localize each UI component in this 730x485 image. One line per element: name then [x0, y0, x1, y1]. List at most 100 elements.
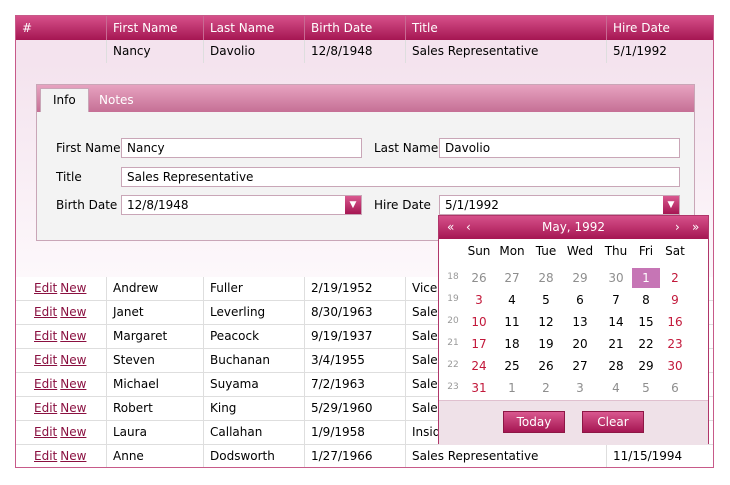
edit-link[interactable]: Edit — [34, 281, 57, 295]
week-number: 21 — [447, 338, 459, 348]
selected-day[interactable]: 1 — [632, 268, 660, 288]
cell-hire-date: 5/1/1992 — [606, 40, 713, 63]
new-link[interactable]: New — [60, 401, 86, 415]
calendar-day[interactable]: 5 — [532, 290, 560, 310]
title-input[interactable]: Sales Representative — [121, 167, 680, 187]
cell-birth: 5/29/1960 — [304, 397, 405, 420]
cell-last: Leverling — [203, 301, 304, 324]
calendar-day[interactable]: 5 — [632, 378, 660, 398]
calendar-day[interactable]: 15 — [632, 312, 660, 332]
calendar-day[interactable]: 3 — [465, 290, 493, 310]
tab-info[interactable]: Info — [40, 88, 89, 112]
calendar-day[interactable]: 4 — [498, 290, 526, 310]
col-header-hire-date[interactable]: Hire Date — [606, 16, 713, 40]
calendar-day[interactable]: 26 — [532, 356, 560, 376]
new-link[interactable]: New — [60, 305, 86, 319]
row-actions-cell: Edit New — [16, 349, 106, 372]
cell-first: Robert — [106, 397, 203, 420]
calendar-day[interactable]: 23 — [661, 334, 689, 354]
birth-date-picker[interactable]: 12/8/1948 ▼ — [121, 195, 362, 215]
col-header-number[interactable]: # — [16, 16, 106, 40]
calendar-day[interactable]: 2 — [661, 268, 689, 288]
calendar-day[interactable]: 9 — [661, 290, 689, 310]
first-name-input[interactable]: Nancy — [121, 138, 362, 158]
calendar-day[interactable]: 14 — [602, 312, 630, 332]
calendar-day[interactable]: 19 — [532, 334, 560, 354]
row-actions-cell: Edit New — [16, 445, 106, 467]
col-header-title[interactable]: Title — [405, 16, 606, 40]
calendar-day[interactable]: 11 — [498, 312, 526, 332]
calendar-day[interactable]: 6 — [661, 378, 689, 398]
calendar-day[interactable]: 21 — [602, 334, 630, 354]
row-actions-cell: Edit New — [16, 373, 106, 396]
calendar-day[interactable]: 28 — [602, 356, 630, 376]
calendar-day[interactable]: 17 — [465, 334, 493, 354]
fast-next-icon[interactable]: » — [692, 216, 699, 239]
calendar-day[interactable]: 18 — [498, 334, 526, 354]
week-number: 23 — [447, 382, 459, 392]
calendar-day[interactable]: 1 — [498, 378, 526, 398]
clear-button[interactable]: Clear — [582, 411, 644, 433]
calendar-day[interactable]: 22 — [632, 334, 660, 354]
col-header-first-name[interactable]: First Name — [106, 16, 203, 40]
cell-last: Peacock — [203, 325, 304, 348]
tab-notes[interactable]: Notes — [87, 89, 146, 112]
new-link[interactable]: New — [60, 377, 86, 391]
last-name-input[interactable]: Davolio — [439, 138, 680, 158]
row-actions-cell: Edit New — [16, 325, 106, 348]
calendar-title[interactable]: May, 1992 — [439, 216, 708, 239]
calendar-day[interactable]: 25 — [498, 356, 526, 376]
chevron-down-icon[interactable]: ▼ — [663, 196, 679, 214]
edit-link[interactable]: Edit — [34, 449, 57, 463]
calendar-day[interactable]: 29 — [632, 356, 660, 376]
grid-header: # First Name Last Name Birth Date Title … — [16, 16, 713, 40]
calendar-day[interactable]: 3 — [566, 378, 594, 398]
calendar-day[interactable]: 20 — [566, 334, 594, 354]
calendar-day[interactable]: 31 — [465, 378, 493, 398]
calendar-day[interactable]: 16 — [661, 312, 689, 332]
calendar-day[interactable]: 7 — [602, 290, 630, 310]
today-button[interactable]: Today — [503, 411, 565, 433]
next-month-icon[interactable]: › — [675, 216, 680, 239]
day-of-week-header: Sun — [467, 244, 491, 258]
calendar-day[interactable]: 27 — [566, 356, 594, 376]
row-actions-cell: Edit New — [16, 421, 106, 444]
calendar-day[interactable]: 29 — [566, 268, 594, 288]
cell-birth: 3/4/1955 — [304, 349, 405, 372]
col-header-last-name[interactable]: Last Name — [203, 16, 304, 40]
col-header-birth-date[interactable]: Birth Date — [304, 16, 405, 40]
day-of-week-header: Wed — [566, 244, 594, 258]
calendar-day[interactable]: 28 — [532, 268, 560, 288]
new-link[interactable]: New — [60, 353, 86, 367]
calendar-day[interactable]: 30 — [661, 356, 689, 376]
calendar-day[interactable]: 30 — [602, 268, 630, 288]
edit-link[interactable]: Edit — [34, 353, 57, 367]
new-link[interactable]: New — [60, 281, 86, 295]
calendar-day[interactable]: 12 — [532, 312, 560, 332]
cell-first: Laura — [106, 421, 203, 444]
edit-link[interactable]: Edit — [34, 425, 57, 439]
new-link[interactable]: New — [60, 425, 86, 439]
row-actions-cell: Edit New — [16, 277, 106, 300]
edit-link[interactable]: Edit — [34, 401, 57, 415]
calendar-day[interactable]: 8 — [632, 290, 660, 310]
week-number: 20 — [447, 316, 459, 326]
day-of-week-header: Thu — [604, 244, 628, 258]
new-link[interactable]: New — [60, 329, 86, 343]
calendar-day[interactable]: 10 — [465, 312, 493, 332]
hire-date-picker[interactable]: 5/1/1992 ▼ — [439, 195, 680, 215]
calendar-day[interactable]: 26 — [465, 268, 493, 288]
calendar-day[interactable]: 4 — [602, 378, 630, 398]
cell-birth: 7/2/1963 — [304, 373, 405, 396]
edit-link[interactable]: Edit — [34, 377, 57, 391]
calendar-day[interactable]: 24 — [465, 356, 493, 376]
edit-link[interactable]: Edit — [34, 305, 57, 319]
edit-link[interactable]: Edit — [34, 329, 57, 343]
calendar-day[interactable]: 13 — [566, 312, 594, 332]
new-link[interactable]: New — [60, 449, 86, 463]
chevron-down-icon[interactable]: ▼ — [345, 196, 361, 214]
calendar-day[interactable]: 6 — [566, 290, 594, 310]
week-number: 19 — [447, 294, 459, 304]
calendar-day[interactable]: 27 — [498, 268, 526, 288]
calendar-day[interactable]: 2 — [532, 378, 560, 398]
